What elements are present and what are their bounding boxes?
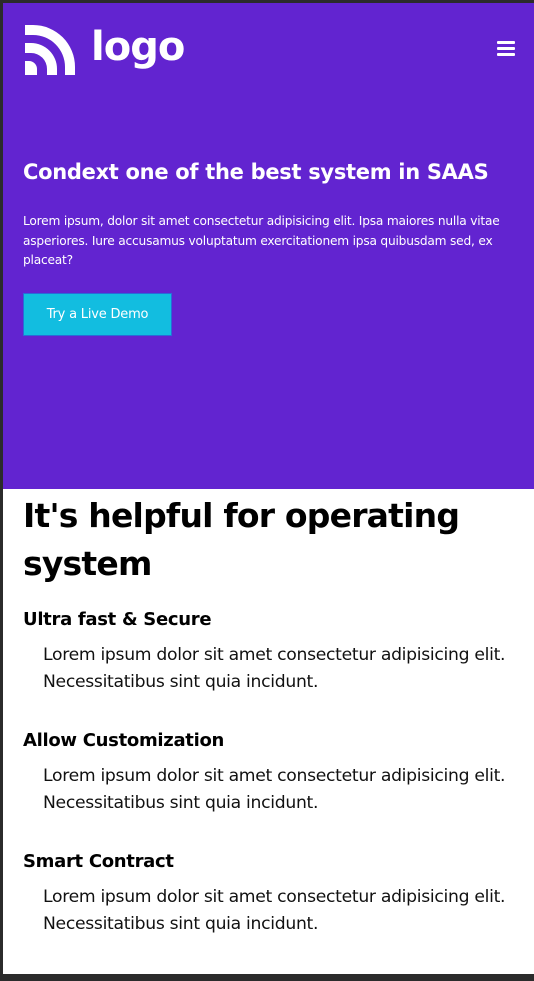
feature-text: Lorem ipsum dolor sit amet consectetur a… (43, 645, 506, 692)
hamburger-menu-icon[interactable] (497, 41, 515, 57)
feature-text: Lorem ipsum dolor sit amet consectetur a… (43, 766, 506, 813)
feature-title: Allow Customization (23, 730, 225, 751)
hero-description: Lorem ipsum, dolor sit amet consectetur … (23, 214, 500, 267)
feature-title: Ultra fast & Secure (23, 609, 212, 630)
try-live-demo-button[interactable]: Try a Live Demo (23, 293, 172, 336)
page: logo Condext one of the best system in S… (3, 3, 534, 974)
features-section-title: It's helpful for operating system (23, 496, 460, 583)
feature-item: Allow Customization Lorem ipsum dolor si… (23, 728, 523, 817)
logo-icon (25, 25, 75, 75)
feature-item: Smart Contract Lorem ipsum dolor sit ame… (23, 849, 523, 938)
feature-text: Lorem ipsum dolor sit amet consectetur a… (43, 887, 506, 934)
hero-title: Condext one of the best system in SAAS (23, 160, 489, 184)
hero-section: logo Condext one of the best system in S… (3, 3, 534, 489)
feature-item: Ultra fast & Secure Lorem ipsum dolor si… (23, 607, 523, 696)
logo-link[interactable]: logo (23, 22, 185, 78)
feature-title: Smart Contract (23, 851, 174, 872)
logo-text: logo (91, 24, 185, 70)
